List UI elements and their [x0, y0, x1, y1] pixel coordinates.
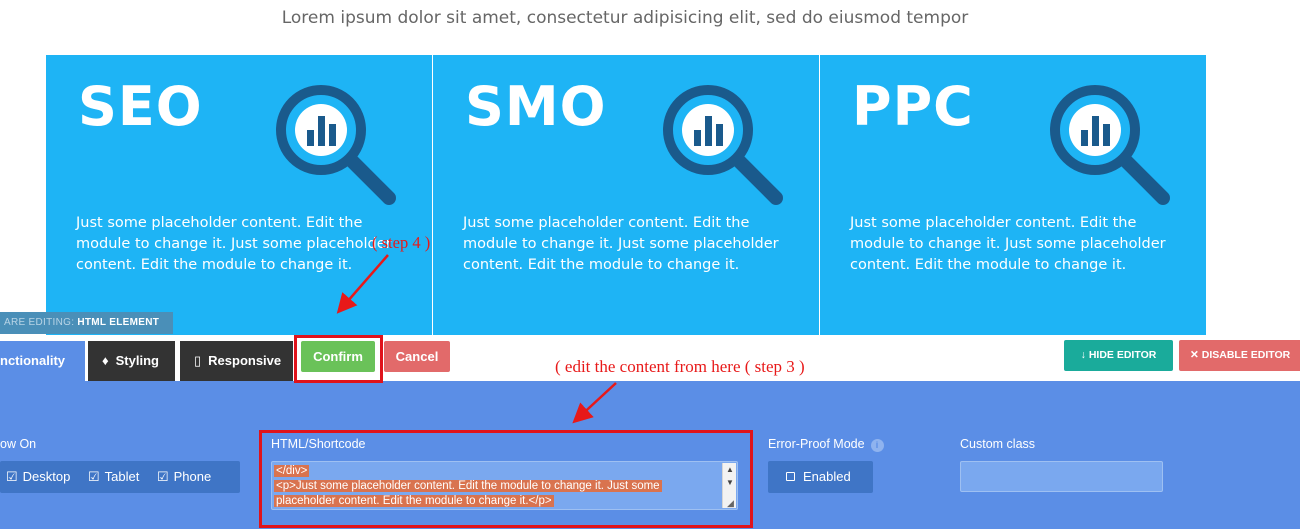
- service-card-seo: SEO Just some placeholder content. Edit …: [46, 55, 433, 335]
- drop-icon: ♦: [102, 353, 109, 368]
- error-proof-toggle-label: Enabled: [803, 469, 851, 484]
- error-proof-toggle[interactable]: Enabled: [768, 461, 873, 493]
- services-row: SEO Just some placeholder content. Edit …: [46, 55, 1206, 335]
- hide-editor-label: HIDE EDITOR: [1088, 349, 1157, 361]
- disable-editor-label: DISABLE EDITOR: [1201, 349, 1291, 361]
- close-icon: ✕: [1190, 349, 1199, 361]
- annotation-step4: ( step 4 ): [372, 233, 431, 252]
- checkbox-unchecked-icon: [786, 472, 795, 481]
- arrow-down-icon: ↓: [1080, 349, 1086, 361]
- option-label: Phone: [173, 469, 212, 484]
- service-title: SEO: [78, 75, 203, 138]
- custom-class-input[interactable]: [960, 461, 1163, 492]
- service-title: SMO: [465, 75, 607, 138]
- magnifier-chart-icon: [276, 85, 396, 205]
- annotation-step3: ( edit the content from here ( step 3 ): [555, 357, 805, 376]
- disable-editor-button[interactable]: ✕ DISABLE EDITOR: [1179, 340, 1300, 371]
- hide-editor-button[interactable]: ↓ HIDE EDITOR: [1064, 340, 1173, 371]
- editing-element-name: HTML ELEMENT: [77, 317, 160, 328]
- error-proof-label: Error-Proof Mode i: [768, 437, 884, 452]
- tab-styling[interactable]: ♦ Styling: [88, 341, 175, 381]
- service-description: Just some placeholder content. Edit the …: [463, 215, 779, 273]
- intro-text: Lorem ipsum dolor sit amet, consectetur …: [281, 8, 969, 28]
- checkbox-checked-icon: ☑: [6, 469, 18, 484]
- service-card-ppc: PPC Just some placeholder content. Edit …: [820, 55, 1206, 335]
- custom-class-label: Custom class: [960, 437, 1036, 451]
- show-on-desktop[interactable]: ☑ Desktop: [6, 469, 70, 484]
- tab-functionality[interactable]: nctionality: [0, 341, 85, 381]
- tab-responsive[interactable]: ▯ Responsive: [180, 341, 293, 381]
- checkbox-checked-icon: ☑: [87, 469, 100, 484]
- error-proof-label-text: Error-Proof Mode: [768, 437, 865, 451]
- service-description: Just some placeholder content. Edit the …: [76, 215, 392, 273]
- info-icon[interactable]: i: [870, 439, 884, 452]
- show-on-phone[interactable]: ☑ Phone: [157, 469, 211, 484]
- option-label: Desktop: [22, 469, 71, 484]
- show-on-options: ☑ Desktop ☑ Tablet ☑ Phone: [0, 461, 240, 493]
- service-card-smo: SMO Just some placeholder content. Edit …: [433, 55, 820, 335]
- option-label: Tablet: [104, 469, 140, 484]
- magnifier-chart-icon: [1050, 85, 1170, 205]
- show-on-tablet[interactable]: ☑ Tablet: [88, 469, 139, 484]
- show-on-label: ow On: [0, 437, 37, 451]
- tab-label: Responsive: [208, 353, 282, 368]
- annotation-highlight-confirm: [294, 335, 383, 383]
- editing-prefix: ARE EDITING:: [4, 317, 75, 328]
- tab-label: Styling: [115, 353, 159, 368]
- cancel-button[interactable]: Cancel: [384, 341, 450, 372]
- annotation-highlight-html: [259, 430, 753, 528]
- tab-label: nctionality: [0, 353, 66, 368]
- magnifier-chart-icon: [663, 85, 783, 205]
- service-description: Just some placeholder content. Edit the …: [850, 215, 1166, 273]
- device-icon: ▯: [194, 353, 202, 368]
- checkbox-checked-icon: ☑: [156, 469, 169, 484]
- editing-element-tag: ARE EDITING: HTML ELEMENT: [0, 312, 173, 334]
- service-title: PPC: [852, 75, 974, 138]
